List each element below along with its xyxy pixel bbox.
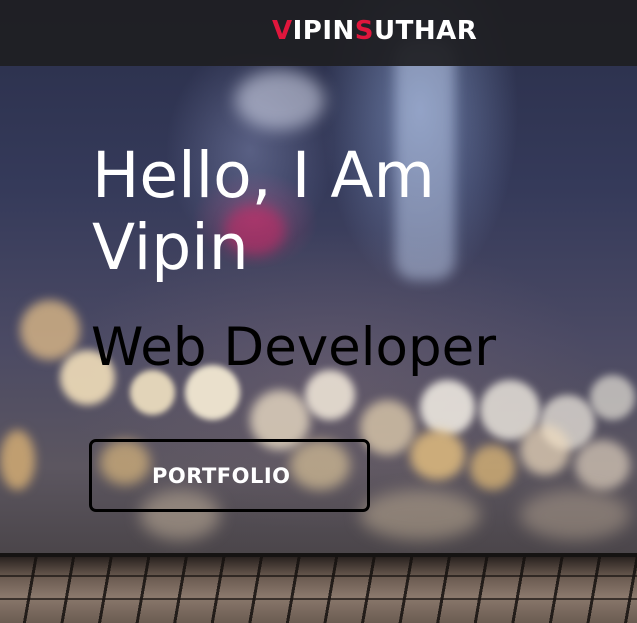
deck-plank-line [0, 598, 637, 600]
wooden-deck [0, 557, 637, 623]
headline-line-2: Vipin [92, 211, 249, 284]
logo-initial-s: S [354, 16, 375, 46]
logo-initial-v: V [272, 16, 293, 46]
hero-role: Web Developer [91, 317, 496, 378]
hero-headline: Hello, I Am Vipin [92, 140, 435, 284]
headline-line-1: Hello, I Am [92, 139, 435, 212]
site-logo[interactable]: VIPINSUTHAR [272, 15, 477, 47]
deck-plank-line [0, 575, 637, 577]
logo-text-uthar: UTHAR [374, 16, 478, 46]
portfolio-button[interactable]: PORTFOLIO [89, 439, 370, 512]
navbar: VIPINSUTHAR [0, 0, 637, 66]
logo-text-ipin: IPIN [292, 16, 355, 46]
hero-section: VIPINSUTHAR Hello, I Am Vipin Web Develop… [0, 0, 637, 623]
